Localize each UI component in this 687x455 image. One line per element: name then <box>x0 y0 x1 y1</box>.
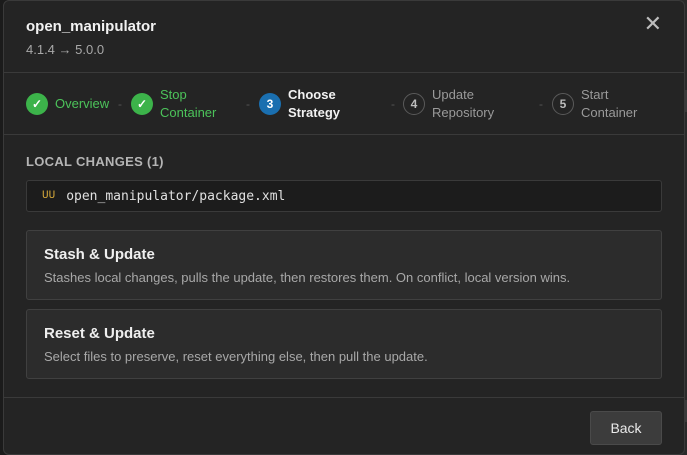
step-stop-container: ✓ Stop Container <box>131 73 240 135</box>
reset-update-option[interactable]: Reset & Update Select files to preserve,… <box>26 309 662 379</box>
step-label: Update Repository <box>432 87 495 120</box>
option-description: Stashes local changes, pulls the update,… <box>44 270 571 285</box>
option-title: Reset & Update <box>44 325 155 342</box>
step-update-repository: 4 Update Repository <box>403 73 512 135</box>
file-status-badge: UU <box>42 190 56 202</box>
step-overview: ✓ Overview <box>26 73 115 135</box>
step-separator: - <box>539 97 543 111</box>
changed-file-item: UU open_manipulator/package.xml <box>26 180 662 212</box>
dialog-footer: Back <box>4 397 684 454</box>
step-separator: - <box>391 97 395 111</box>
check-icon: ✓ <box>131 93 153 115</box>
check-icon: ✓ <box>26 93 48 115</box>
step-start-container: 5 Start Container <box>552 73 651 135</box>
update-dialog: open_manipulator 4.1.4 → 5.0.0 ✕ ✓ Overv… <box>3 0 685 455</box>
option-title: Stash & Update <box>44 246 155 263</box>
step-label: Stop Container <box>160 87 217 120</box>
step-choose-strategy: 3 Choose Strategy <box>259 73 368 135</box>
step-separator: - <box>118 97 122 111</box>
dialog-title: open_manipulator <box>26 18 157 35</box>
step-number: 3 <box>259 93 281 115</box>
version-change: 4.1.4 → 5.0.0 <box>26 42 105 57</box>
dialog-header: open_manipulator 4.1.4 → 5.0.0 ✕ <box>4 1 684 73</box>
stash-update-option[interactable]: Stash & Update Stashes local changes, pu… <box>26 230 662 300</box>
file-path: open_manipulator/package.xml <box>66 188 286 204</box>
step-label: Choose Strategy <box>288 87 341 120</box>
step-label: Start Container <box>581 87 638 120</box>
step-label: Overview <box>55 96 110 111</box>
step-number: 5 <box>552 93 574 115</box>
local-changes-heading: LOCAL CHANGES (1) <box>26 154 164 169</box>
step-number: 4 <box>403 93 425 115</box>
stepper: ✓ Overview - ✓ Stop Container - 3 Choose… <box>4 73 684 135</box>
option-description: Select files to preserve, reset everythi… <box>44 349 428 364</box>
back-button[interactable]: Back <box>590 411 662 445</box>
step-separator: - <box>246 97 250 111</box>
close-icon[interactable]: ✕ <box>644 13 662 35</box>
